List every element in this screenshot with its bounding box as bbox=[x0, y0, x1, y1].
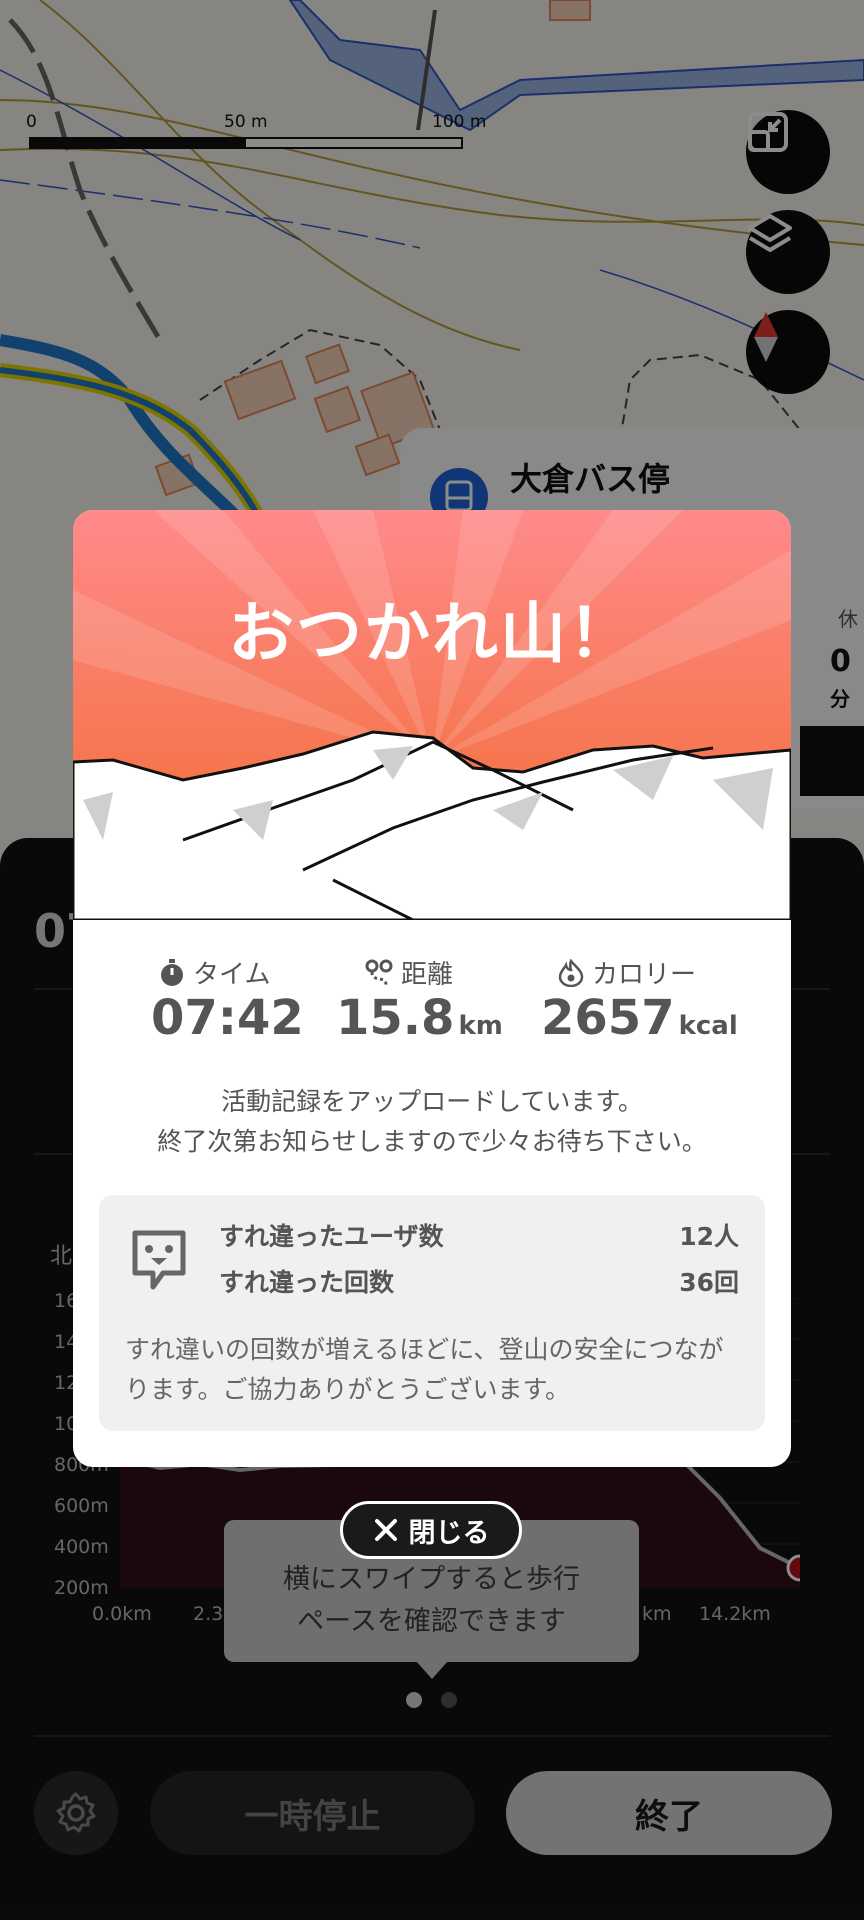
stat-calorie-unit: kcal bbox=[678, 1011, 738, 1041]
tooltip-tail bbox=[416, 1661, 448, 1679]
passed-users-value: 12人 bbox=[679, 1222, 739, 1251]
stat-calorie-label: カロリー bbox=[558, 954, 696, 991]
stat-distance-value: 15.8 km bbox=[336, 990, 503, 1046]
stat-distance-number: 15.8 bbox=[336, 990, 455, 1046]
passed-count-value: 36回 bbox=[679, 1268, 739, 1297]
stat-distance-label-text: 距離 bbox=[401, 960, 454, 990]
passed-users-label: すれ違ったユーザ数 bbox=[219, 1222, 444, 1251]
upload-message: 活動記録をアップロードしています。 終了次第お知らせしますので少々お待ち下さい。 bbox=[73, 1082, 791, 1162]
completion-modal: おつかれ山！ タイム 07:42 距離 15.8 km カロリー 2657 kcal… bbox=[73, 510, 791, 1467]
upload-message-line2: 終了次第お知らせしますので少々お待ち下さい。 bbox=[157, 1127, 707, 1156]
hero-illustration bbox=[73, 510, 791, 920]
passed-count-label: すれ違った回数 bbox=[219, 1268, 395, 1297]
modal-title: おつかれ山！ bbox=[228, 595, 636, 672]
close-button[interactable]: 閉じる bbox=[340, 1501, 522, 1559]
stat-calorie-value: 2657 kcal bbox=[541, 990, 738, 1046]
stopwatch-icon bbox=[161, 958, 183, 986]
stat-time-value: 07:42 bbox=[151, 990, 304, 1046]
stat-calorie-number: 2657 bbox=[541, 990, 675, 1046]
upload-message-line1: 活動記録をアップロードしています。 bbox=[221, 1087, 643, 1116]
close-button-label: 閉じる bbox=[408, 1517, 490, 1549]
stat-distance-label: 距離 bbox=[365, 954, 453, 991]
swipe-hint-line1: 横にスワイプすると歩行 bbox=[283, 1564, 580, 1595]
stat-time-number: 07:42 bbox=[151, 990, 304, 1046]
flame-icon bbox=[558, 958, 584, 987]
close-icon bbox=[374, 1519, 397, 1541]
swipe-hint-line2: ペースを確認できます bbox=[297, 1606, 566, 1637]
passing-stats-box: すれ違ったユーザ数 12人 すれ違った回数 36回 すれ違いの回数が増えるほどに… bbox=[99, 1195, 765, 1431]
stat-time-label: タイム bbox=[159, 954, 270, 991]
passing-note: すれ違いの回数が増えるほどに、登山の安全につながります。ご協力ありがとうございま… bbox=[125, 1335, 724, 1404]
stat-time-label-text: タイム bbox=[193, 960, 271, 990]
stat-distance-unit: km bbox=[458, 1011, 503, 1041]
stat-calorie-label-text: カロリー bbox=[592, 960, 697, 990]
route-icon bbox=[365, 959, 393, 985]
speech-face-icon bbox=[132, 1230, 186, 1290]
